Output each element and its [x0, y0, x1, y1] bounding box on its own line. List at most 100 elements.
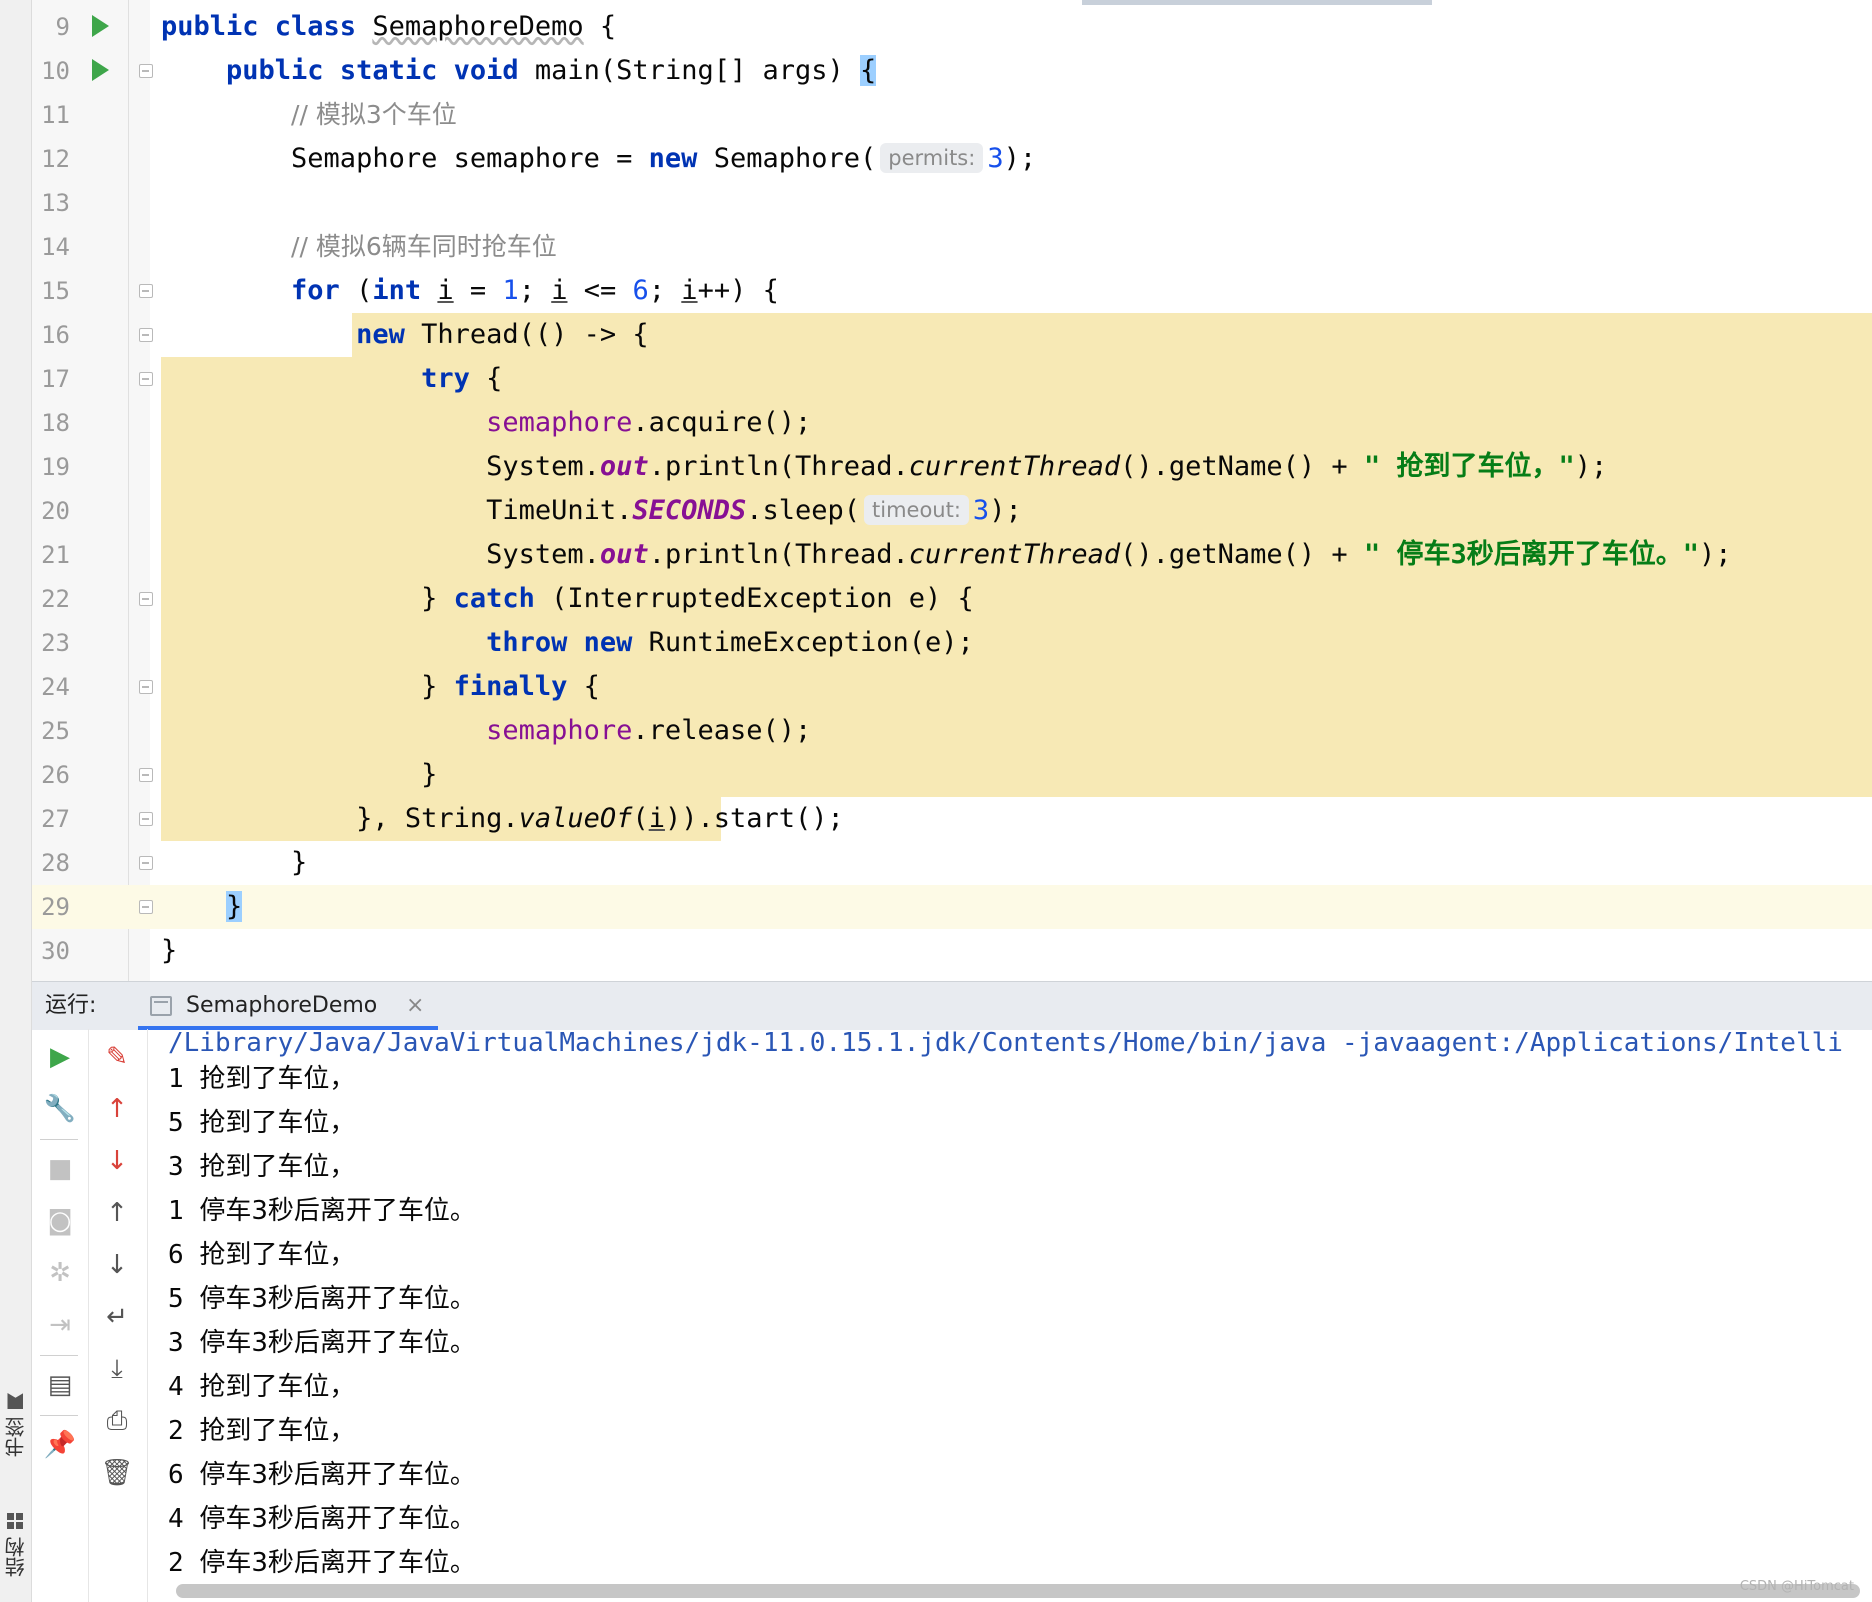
fold-icon[interactable] — [139, 284, 153, 298]
code-line: 23 throw new RuntimeException(e); — [32, 621, 1872, 665]
console-line: 6 抢到了车位， — [168, 1233, 1872, 1277]
code-line: 26 } — [32, 753, 1872, 797]
code-text: } — [226, 891, 243, 922]
fold-icon[interactable] — [139, 900, 153, 914]
wrench-icon[interactable]: 🔧 — [42, 1091, 78, 1127]
console-message: 抢到了车位， — [199, 1416, 356, 1446]
line-number: 22 — [41, 585, 70, 613]
parameter-hint: timeout: — [864, 495, 969, 525]
line-number: 26 — [41, 761, 70, 789]
console-line: 1 停车3秒后离开了车位。 — [168, 1189, 1872, 1233]
console-message: 停车3秒后离开了车位。 — [199, 1284, 476, 1314]
down-arrow-icon[interactable]: ↓ — [99, 1247, 135, 1283]
trash-icon[interactable]: 🗑 — [99, 1455, 135, 1491]
camera-icon[interactable]: ◙ — [42, 1203, 78, 1239]
run-gutter-icon[interactable] — [92, 15, 109, 37]
code-text: semaphore.release(); — [486, 715, 812, 746]
code-line: 15 for (int i = 1; i <= 6; i++) { — [32, 269, 1872, 313]
scroll-to-end-icon[interactable]: ⤓ — [99, 1351, 135, 1387]
console-output[interactable]: /Library/Java/JavaVirtualMachines/jdk-11… — [168, 1029, 1872, 1576]
line-number: 19 — [41, 453, 70, 481]
code-line: 11 // 模拟3个车位 — [32, 93, 1872, 137]
console-command-line: /Library/Java/JavaVirtualMachines/jdk-11… — [168, 1029, 1843, 1058]
line-number: 24 — [41, 673, 70, 701]
console-message: 抢到了车位， — [199, 1152, 356, 1182]
fold-icon[interactable] — [139, 64, 153, 78]
code-line-current: 29 } — [32, 885, 1872, 929]
code-line: 25 semaphore.release(); — [32, 709, 1872, 753]
code-text: public static void main(String[] args) { — [226, 55, 877, 86]
line-number: 16 — [41, 321, 70, 349]
run-tab-semaphoredemo[interactable]: SemaphoreDemo × — [138, 982, 448, 1030]
bookmarks-tab-label: 书签 — [4, 1417, 28, 1457]
code-text: semaphore.acquire(); — [486, 407, 812, 438]
next-error-icon[interactable]: ↓ — [99, 1143, 135, 1179]
console-line: 2 停车3秒后离开了车位。 — [168, 1541, 1872, 1576]
console-line: 3 停车3秒后离开了车位。 — [168, 1321, 1872, 1365]
thread-id: 1 — [168, 1064, 184, 1094]
thread-id: 5 — [168, 1108, 184, 1138]
run-tab-label: SemaphoreDemo — [186, 993, 378, 1018]
code-line: 10 public static void main(String[] args… — [32, 49, 1872, 93]
code-text: throw new RuntimeException(e); — [486, 627, 974, 658]
console-message: 抢到了车位， — [199, 1372, 356, 1402]
console-message: 停车3秒后离开了车位。 — [199, 1460, 476, 1490]
console-line: 4 抢到了车位， — [168, 1365, 1872, 1409]
layout-icon[interactable]: ▤ — [42, 1367, 78, 1403]
fold-icon[interactable] — [139, 680, 153, 694]
thread-id: 2 — [168, 1416, 184, 1446]
fold-icon[interactable] — [139, 856, 153, 870]
console-line: 5 停车3秒后离开了车位。 — [168, 1277, 1872, 1321]
fold-icon[interactable] — [139, 372, 153, 386]
code-line: 16 new Thread(() -> { — [32, 313, 1872, 357]
close-icon[interactable]: × — [406, 982, 424, 1030]
print-icon[interactable]: ⎙ — [99, 1403, 135, 1439]
structure-tab[interactable]: 结构 — [0, 1500, 31, 1590]
console-line: 5 抢到了车位， — [168, 1101, 1872, 1145]
code-text: System.out.println(Thread.currentThread(… — [161, 451, 1608, 482]
code-text: // 模拟6辆车同时抢车位 — [291, 232, 557, 261]
soft-wrap-icon[interactable]: ↵ — [99, 1299, 135, 1335]
line-number: 25 — [41, 717, 70, 745]
stop-icon[interactable]: ■ — [42, 1151, 78, 1187]
thread-id: 4 — [168, 1372, 184, 1402]
line-number: 17 — [41, 365, 70, 393]
line-number: 30 — [41, 937, 70, 965]
rerun-icon[interactable]: ▶ — [42, 1039, 78, 1075]
bookmarks-tab[interactable]: 书签 — [0, 1380, 31, 1470]
console-message: 停车3秒后离开了车位。 — [199, 1196, 476, 1226]
code-line: 20 TimeUnit.SECONDS.sleep(timeout: 3); — [32, 489, 1872, 533]
console-line: 3 抢到了车位， — [168, 1145, 1872, 1189]
horizontal-scrollbar[interactable] — [176, 1584, 1860, 1598]
pin-icon[interactable]: 📌 — [42, 1427, 78, 1463]
code-line: 24 } finally { — [32, 665, 1872, 709]
prev-error-icon[interactable]: ↑ — [99, 1091, 135, 1127]
thread-id: 6 — [168, 1240, 184, 1270]
settings-bug-icon[interactable]: ✲ — [42, 1255, 78, 1291]
code-editor[interactable]: 9 public class SemaphoreDemo { 10 public… — [32, 0, 1872, 981]
line-number: 21 — [41, 541, 70, 569]
console-message: 抢到了车位， — [199, 1108, 356, 1138]
toolbar-separator — [40, 1415, 78, 1416]
fold-icon[interactable] — [139, 328, 153, 342]
run-header: 运行: SemaphoreDemo × — [32, 981, 1872, 1030]
exit-icon[interactable]: ⇥ — [42, 1307, 78, 1343]
fold-icon[interactable] — [139, 592, 153, 606]
code-line: 21 System.out.println(Thread.currentThre… — [32, 533, 1872, 577]
structure-tab-label: 结构 — [4, 1537, 28, 1577]
thread-id: 3 — [168, 1152, 184, 1182]
fold-icon[interactable] — [139, 768, 153, 782]
clear-icon[interactable]: ✎ — [99, 1039, 135, 1075]
line-number: 11 — [41, 101, 70, 129]
code-text: } catch (InterruptedException e) { — [161, 583, 974, 614]
run-gutter-icon[interactable] — [92, 59, 109, 81]
fold-icon[interactable] — [139, 812, 153, 826]
code-text: System.out.println(Thread.currentThread(… — [161, 539, 1732, 570]
line-number: 28 — [41, 849, 70, 877]
run-label: 运行: — [45, 993, 97, 1018]
line-number: 18 — [41, 409, 70, 437]
code-line: 14 // 模拟6辆车同时抢车位 — [32, 225, 1872, 269]
line-number: 20 — [41, 497, 70, 525]
up-arrow-icon[interactable]: ↑ — [99, 1195, 135, 1231]
console-message: 抢到了车位， — [199, 1240, 356, 1270]
